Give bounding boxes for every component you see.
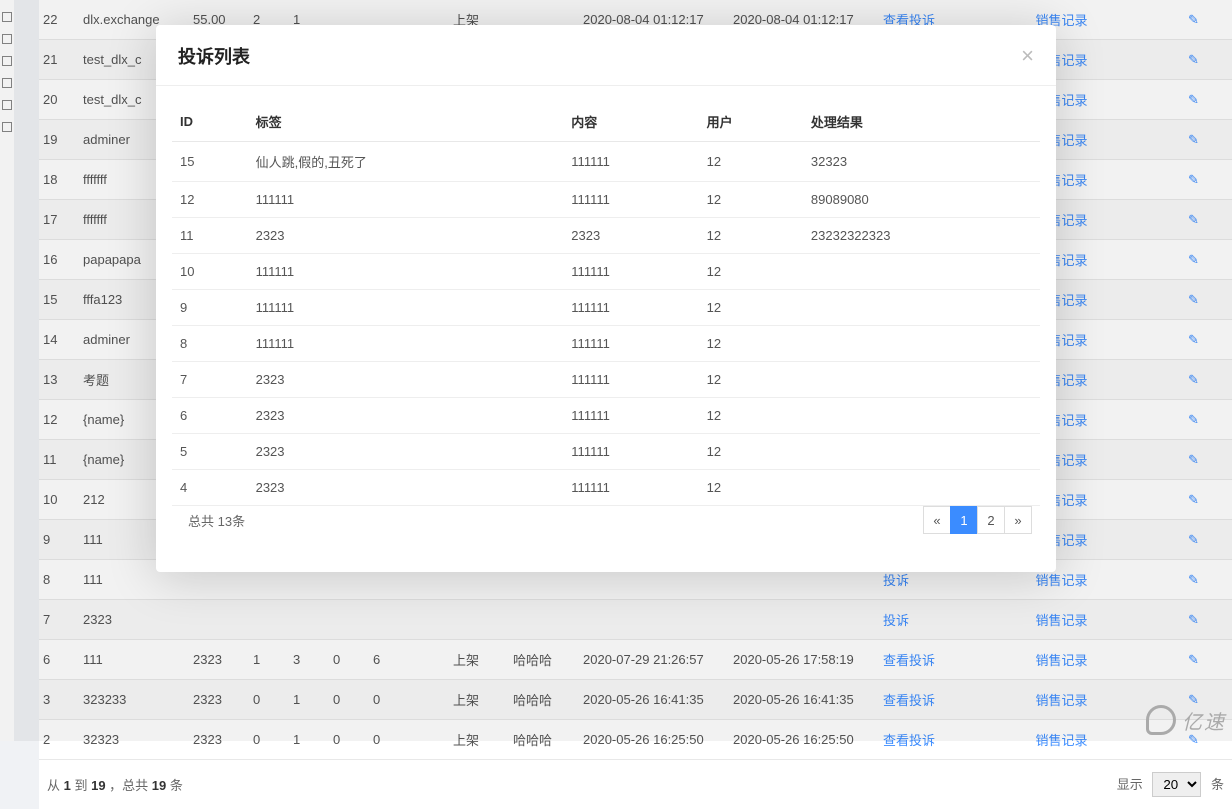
- page-next-button[interactable]: »: [1004, 506, 1032, 534]
- table-cell: 12: [699, 362, 803, 398]
- table-cell: 2323: [248, 470, 564, 506]
- table-cell: 111111: [563, 182, 698, 218]
- table-cell: 111111: [563, 326, 698, 362]
- table-cell: 10: [172, 254, 248, 290]
- table-cell: 5: [172, 434, 248, 470]
- close-icon[interactable]: ×: [1021, 45, 1034, 67]
- modal-header: 投诉列表 ×: [156, 25, 1056, 86]
- table-row: 15仙人跳,假的,丑死了1111111232323: [172, 142, 1040, 182]
- table-footer: 从 1 到 19 ，总共 19 条 显示 20 条: [39, 760, 1232, 809]
- table-cell: [803, 326, 1040, 362]
- table-cell: 111111: [563, 470, 698, 506]
- page-size-selector: 显示 20 条: [1117, 772, 1224, 797]
- table-cell: 12: [699, 290, 803, 326]
- table-row: 4232311111112: [172, 470, 1040, 506]
- table-cell: 2323: [248, 218, 564, 254]
- table-cell: 仙人跳,假的,丑死了: [248, 142, 564, 182]
- table-cell: 12: [699, 142, 803, 182]
- table-cell: 12: [172, 182, 248, 218]
- table-cell: 111111: [563, 290, 698, 326]
- complaint-table: ID标签内容用户处理结果 15仙人跳,假的,丑死了111111123232312…: [172, 102, 1040, 506]
- table-cell: 111111: [248, 290, 564, 326]
- table-cell: 32323: [803, 142, 1040, 182]
- table-cell: 12: [699, 182, 803, 218]
- table-cell: 11: [172, 218, 248, 254]
- modal-title: 投诉列表: [178, 43, 250, 69]
- table-cell: [803, 434, 1040, 470]
- table-cell: [803, 290, 1040, 326]
- table-cell: 111111: [563, 362, 698, 398]
- table-row: 11232323231223232322323: [172, 218, 1040, 254]
- table-row: 811111111111112: [172, 326, 1040, 362]
- column-header: 用户: [699, 102, 803, 142]
- table-cell: 111111: [563, 434, 698, 470]
- table-row: 121111111111111289089080: [172, 182, 1040, 218]
- table-cell: 6: [172, 398, 248, 434]
- table-row: 6232311111112: [172, 398, 1040, 434]
- table-cell: 2323: [248, 398, 564, 434]
- table-cell: 9: [172, 290, 248, 326]
- complaint-modal: 投诉列表 × ID标签内容用户处理结果 15仙人跳,假的,丑死了11111112…: [156, 25, 1056, 572]
- table-cell: 111111: [563, 398, 698, 434]
- modal-footer: 总共 13条 «12»: [172, 506, 1040, 556]
- page-prev-button[interactable]: «: [923, 506, 951, 534]
- table-cell: [803, 362, 1040, 398]
- table-cell: 4: [172, 470, 248, 506]
- table-cell: 2323: [248, 362, 564, 398]
- table-row: 5232311111112: [172, 434, 1040, 470]
- table-cell: 12: [699, 218, 803, 254]
- table-cell: 111111: [248, 254, 564, 290]
- pagination: «12»: [924, 506, 1032, 534]
- table-cell: 111111: [563, 254, 698, 290]
- table-cell: 15: [172, 142, 248, 182]
- table-cell: [803, 470, 1040, 506]
- table-row: 911111111111112: [172, 290, 1040, 326]
- table-cell: 111111: [563, 142, 698, 182]
- modal-overlay: 投诉列表 × ID标签内容用户处理结果 15仙人跳,假的,丑死了11111112…: [0, 0, 1232, 741]
- table-cell: 8: [172, 326, 248, 362]
- column-header: 处理结果: [803, 102, 1040, 142]
- column-header: ID: [172, 102, 248, 142]
- page-size-select[interactable]: 20: [1152, 772, 1201, 797]
- table-cell: 12: [699, 434, 803, 470]
- table-cell: 12: [699, 326, 803, 362]
- table-cell: [803, 398, 1040, 434]
- table-cell: 12: [699, 470, 803, 506]
- watermark-logo: 亿速: [1146, 705, 1226, 735]
- table-cell: 2323: [248, 434, 564, 470]
- total-count: 总共 13条: [180, 511, 245, 530]
- table-row: 1011111111111112: [172, 254, 1040, 290]
- page-number-button[interactable]: 2: [977, 506, 1005, 534]
- table-cell: 2323: [563, 218, 698, 254]
- table-cell: 111111: [248, 326, 564, 362]
- table-cell: 7: [172, 362, 248, 398]
- table-cell: 12: [699, 398, 803, 434]
- table-row: 7232311111112: [172, 362, 1040, 398]
- table-cell: [803, 254, 1040, 290]
- table-cell: 89089080: [803, 182, 1040, 218]
- column-header: 内容: [563, 102, 698, 142]
- record-count: 从 1 到 19 ，总共 19 条: [47, 775, 183, 794]
- table-cell: 12: [699, 254, 803, 290]
- table-cell: 23232322323: [803, 218, 1040, 254]
- page-number-button[interactable]: 1: [950, 506, 978, 534]
- column-header: 标签: [248, 102, 564, 142]
- table-cell: 111111: [248, 182, 564, 218]
